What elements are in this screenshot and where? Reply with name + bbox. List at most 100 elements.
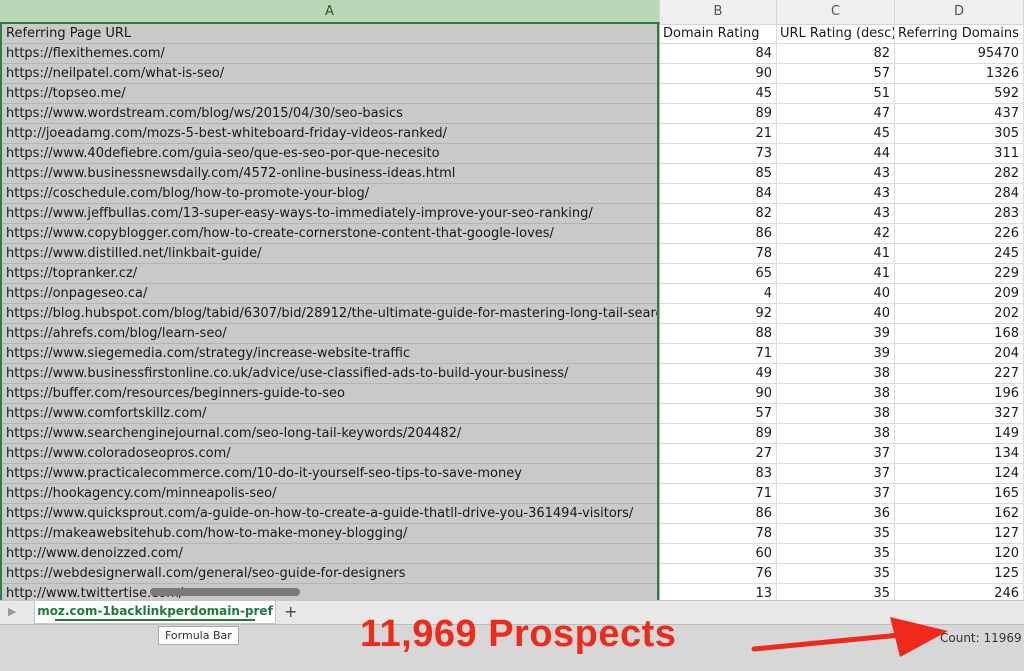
cell-url-rating[interactable]: 37 (777, 484, 895, 504)
cell-domain-rating[interactable]: 84 (660, 44, 777, 64)
cell-referring-domains[interactable]: 165 (895, 484, 1024, 504)
cell-domain-rating[interactable]: 89 (660, 104, 777, 124)
cell-referring-page-url[interactable]: https://www.comfortskillz.com/ (0, 404, 660, 424)
cell-referring-page-url[interactable]: https://www.searchenginejournal.com/seo-… (0, 424, 660, 444)
cell-url-rating[interactable]: 38 (777, 404, 895, 424)
header-cell-referring-page-url[interactable]: Referring Page URL (0, 24, 660, 44)
cell-referring-page-url[interactable]: https://topranker.cz/ (0, 264, 660, 284)
cell-referring-domains[interactable]: 127 (895, 524, 1024, 544)
cell-referring-domains[interactable]: 125 (895, 564, 1024, 584)
cell-referring-page-url[interactable]: https://hookagency.com/minneapolis-seo/ (0, 484, 660, 504)
cell-referring-page-url[interactable]: https://blog.hubspot.com/blog/tabid/6307… (0, 304, 660, 324)
cell-referring-domains[interactable]: 305 (895, 124, 1024, 144)
cell-url-rating[interactable]: 82 (777, 44, 895, 64)
cell-domain-rating[interactable]: 49 (660, 364, 777, 384)
cell-referring-page-url[interactable]: https://www.distilled.net/linkbait-guide… (0, 244, 660, 264)
cell-referring-page-url[interactable]: https://www.quicksprout.com/a-guide-on-h… (0, 504, 660, 524)
cell-domain-rating[interactable]: 88 (660, 324, 777, 344)
cell-referring-page-url[interactable]: https://coschedule.com/blog/how-to-promo… (0, 184, 660, 204)
cell-referring-domains[interactable]: 149 (895, 424, 1024, 444)
cell-referring-page-url[interactable]: http://www.denoizzed.com/ (0, 544, 660, 564)
cell-referring-domains[interactable]: 202 (895, 304, 1024, 324)
cell-referring-page-url[interactable]: https://www.copyblogger.com/how-to-creat… (0, 224, 660, 244)
cell-url-rating[interactable]: 38 (777, 364, 895, 384)
cell-referring-domains[interactable]: 592 (895, 84, 1024, 104)
cell-domain-rating[interactable]: 13 (660, 584, 777, 600)
cell-url-rating[interactable]: 41 (777, 244, 895, 264)
cell-domain-rating[interactable]: 71 (660, 344, 777, 364)
cell-referring-page-url[interactable]: https://makeawebsitehub.com/how-to-make-… (0, 524, 660, 544)
cell-domain-rating[interactable]: 83 (660, 464, 777, 484)
cell-referring-page-url[interactable]: https://flexithemes.com/ (0, 44, 660, 64)
add-sheet-button[interactable]: + (284, 602, 297, 621)
cell-referring-page-url[interactable]: https://www.siegemedia.com/strategy/incr… (0, 344, 660, 364)
cell-referring-page-url[interactable]: https://www.businessnewsdaily.com/4572-o… (0, 164, 660, 184)
cell-url-rating[interactable]: 42 (777, 224, 895, 244)
cell-domain-rating[interactable]: 21 (660, 124, 777, 144)
cell-domain-rating[interactable]: 86 (660, 504, 777, 524)
cell-referring-page-url[interactable]: https://www.jeffbullas.com/13-super-easy… (0, 204, 660, 224)
column-header-d[interactable]: D (895, 0, 1024, 24)
cell-referring-page-url[interactable]: https://www.businessfirstonline.co.uk/ad… (0, 364, 660, 384)
cell-url-rating[interactable]: 38 (777, 384, 895, 404)
cell-domain-rating[interactable]: 4 (660, 284, 777, 304)
cell-url-rating[interactable]: 35 (777, 524, 895, 544)
cell-domain-rating[interactable]: 73 (660, 144, 777, 164)
cell-domain-rating[interactable]: 82 (660, 204, 777, 224)
cell-url-rating[interactable]: 57 (777, 64, 895, 84)
cell-url-rating[interactable]: 37 (777, 464, 895, 484)
cell-domain-rating[interactable]: 45 (660, 84, 777, 104)
cell-url-rating[interactable]: 51 (777, 84, 895, 104)
cell-domain-rating[interactable]: 89 (660, 424, 777, 444)
cell-referring-domains[interactable]: 245 (895, 244, 1024, 264)
cell-referring-domains[interactable]: 95470 (895, 44, 1024, 64)
cell-referring-domains[interactable]: 437 (895, 104, 1024, 124)
cell-referring-page-url[interactable]: https://www.practicalecommerce.com/10-do… (0, 464, 660, 484)
cell-url-rating[interactable]: 43 (777, 204, 895, 224)
cell-url-rating[interactable]: 36 (777, 504, 895, 524)
cell-url-rating[interactable]: 41 (777, 264, 895, 284)
cell-domain-rating[interactable]: 90 (660, 64, 777, 84)
cell-referring-domains[interactable]: 311 (895, 144, 1024, 164)
cell-url-rating[interactable]: 44 (777, 144, 895, 164)
cell-url-rating[interactable]: 35 (777, 544, 895, 564)
column-header-c[interactable]: C (777, 0, 895, 24)
cell-referring-domains[interactable]: 204 (895, 344, 1024, 364)
cell-domain-rating[interactable]: 65 (660, 264, 777, 284)
cell-referring-page-url[interactable]: https://neilpatel.com/what-is-seo/ (0, 64, 660, 84)
cell-domain-rating[interactable]: 71 (660, 484, 777, 504)
sheet-tab[interactable]: moz.com-1backlinkperdomain-pref (34, 601, 276, 624)
cell-referring-domains[interactable]: 124 (895, 464, 1024, 484)
cell-referring-domains[interactable]: 134 (895, 444, 1024, 464)
cell-referring-page-url[interactable]: https://topseo.me/ (0, 84, 660, 104)
cell-url-rating[interactable]: 37 (777, 444, 895, 464)
cell-url-rating[interactable]: 40 (777, 284, 895, 304)
cell-domain-rating[interactable]: 92 (660, 304, 777, 324)
cell-referring-page-url[interactable]: https://buffer.com/resources/beginners-g… (0, 384, 660, 404)
cell-domain-rating[interactable]: 90 (660, 384, 777, 404)
cell-url-rating[interactable]: 35 (777, 584, 895, 600)
cell-url-rating[interactable]: 45 (777, 124, 895, 144)
column-header-a[interactable]: A (0, 0, 660, 24)
cell-referring-domains[interactable]: 284 (895, 184, 1024, 204)
cell-referring-domains[interactable]: 226 (895, 224, 1024, 244)
column-header-b[interactable]: B (660, 0, 777, 24)
cell-domain-rating[interactable]: 78 (660, 524, 777, 544)
cell-referring-domains[interactable]: 282 (895, 164, 1024, 184)
cell-referring-page-url[interactable]: http://www.twittertise.com/ (0, 584, 660, 600)
cell-url-rating[interactable]: 35 (777, 564, 895, 584)
cell-referring-domains[interactable]: 229 (895, 264, 1024, 284)
cell-url-rating[interactable]: 38 (777, 424, 895, 444)
cell-referring-page-url[interactable]: https://webdesignerwall.com/general/seo-… (0, 564, 660, 584)
header-cell-referring-domains[interactable]: Referring Domains (895, 24, 1024, 44)
cell-url-rating[interactable]: 40 (777, 304, 895, 324)
cell-referring-domains[interactable]: 283 (895, 204, 1024, 224)
cell-referring-page-url[interactable]: https://www.wordstream.com/blog/ws/2015/… (0, 104, 660, 124)
cell-referring-page-url[interactable]: https://www.40defiebre.com/guia-seo/que-… (0, 144, 660, 164)
cell-domain-rating[interactable]: 27 (660, 444, 777, 464)
cell-referring-domains[interactable]: 1326 (895, 64, 1024, 84)
cell-referring-domains[interactable]: 327 (895, 404, 1024, 424)
triangle-right-icon[interactable]: ▶ (8, 605, 16, 618)
header-cell-url-rating[interactable]: URL Rating (desc) (777, 24, 895, 44)
cell-domain-rating[interactable]: 57 (660, 404, 777, 424)
